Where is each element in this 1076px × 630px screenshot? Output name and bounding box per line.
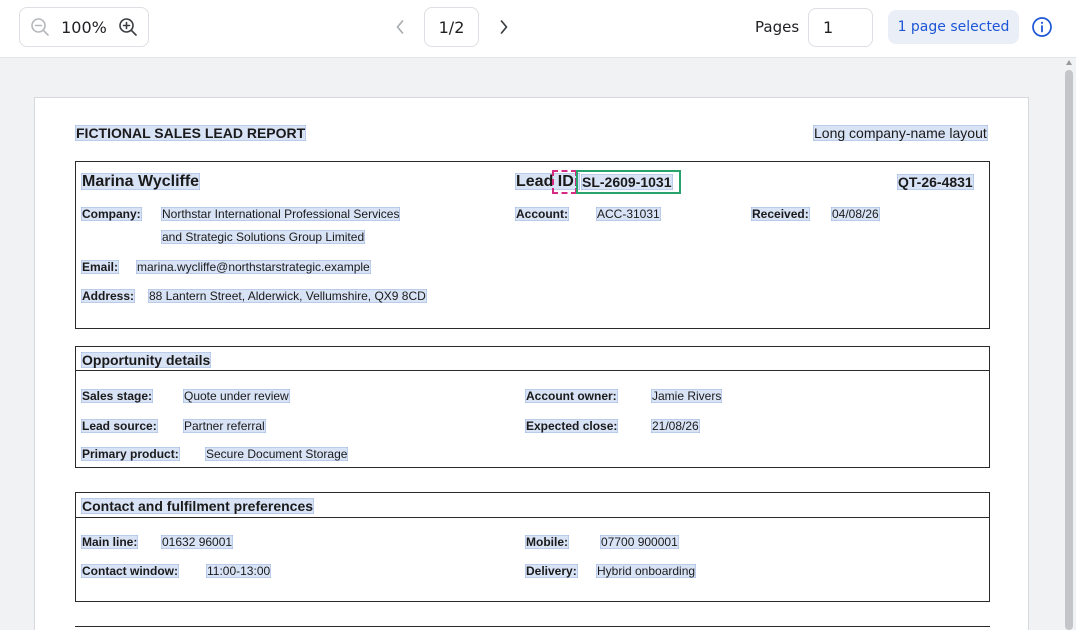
sales-stage-label: Sales stage: xyxy=(81,389,154,403)
lead-source-label: Lead source: xyxy=(81,419,158,433)
address-label: Address: xyxy=(81,289,136,303)
delivery-value: Hybrid onboarding xyxy=(596,564,697,578)
mobile-value: 07700 900001 xyxy=(600,535,679,549)
contact-header-rule xyxy=(75,517,990,518)
id-label-marker xyxy=(552,170,577,194)
account-label: Account: xyxy=(515,207,569,221)
next-page-button[interactable] xyxy=(492,12,516,42)
pages-label: Pages xyxy=(755,18,800,36)
account-value: ACC-31031 xyxy=(596,207,661,221)
contact-window-label: Contact window: xyxy=(81,564,179,578)
delivery-label: Delivery: xyxy=(525,564,578,578)
zoom-out-icon xyxy=(31,18,49,36)
expected-close-label: Expected close: xyxy=(525,419,619,433)
layout-note: Long company-name layout xyxy=(813,125,988,141)
main-line-value: 01632 96001 xyxy=(161,535,234,549)
zoom-in-icon xyxy=(119,18,137,36)
report-title: FICTIONAL SALES LEAD REPORT xyxy=(75,125,307,141)
expected-close-value: 21/08/26 xyxy=(651,419,700,433)
document-page: FICTIONAL SALES LEAD REPORT Long company… xyxy=(34,97,1029,630)
received-label: Received: xyxy=(751,207,810,221)
viewer-toolbar: 100% 1/2 Pages 1 page selected xyxy=(0,0,1076,58)
zoom-in-button[interactable] xyxy=(108,8,148,46)
mobile-label: Mobile: xyxy=(525,535,569,549)
account-owner-label: Account owner: xyxy=(525,389,618,403)
chevron-left-icon xyxy=(396,20,404,34)
lead-id-selection-box xyxy=(576,170,681,194)
email-value: marina.wycliffe@northstarstrategic.examp… xyxy=(136,260,371,274)
info-button[interactable] xyxy=(1030,15,1054,39)
next-section-top-rule xyxy=(75,626,990,627)
opportunity-header-rule xyxy=(75,370,990,371)
main-line-label: Main line: xyxy=(81,535,139,549)
pages-input[interactable] xyxy=(808,8,873,47)
contact-heading: Contact and fulfilment preferences xyxy=(81,498,315,514)
address-value: 88 Lantern Street, Alderwick, Vellumshir… xyxy=(148,289,427,303)
scroll-up-arrow-icon[interactable] xyxy=(1066,60,1072,65)
account-owner-value: Jamie Rivers xyxy=(651,389,723,403)
zoom-control: 100% xyxy=(19,7,149,47)
lead-source-value: Partner referral xyxy=(183,419,266,433)
company-label: Company: xyxy=(81,207,142,221)
page-selection-button[interactable]: 1 page selected xyxy=(888,10,1019,44)
info-icon xyxy=(1032,17,1052,37)
page-indicator: 1/2 xyxy=(424,7,479,47)
scroll-thumb[interactable] xyxy=(1065,70,1073,630)
lead-name: Marina Wycliffe xyxy=(81,173,201,190)
primary-product-value: Secure Document Storage xyxy=(205,447,349,461)
zoom-level: 100% xyxy=(61,17,107,37)
company-line-1: Northstar International Professional Ser… xyxy=(161,207,401,221)
primary-product-label: Primary product: xyxy=(81,447,180,461)
contact-window-value: 11:00-13:00 xyxy=(206,564,272,578)
chevron-right-icon xyxy=(500,20,508,34)
company-line-2: and Strategic Solutions Group Limited xyxy=(161,230,366,244)
vertical-scrollbar[interactable] xyxy=(1063,58,1076,630)
zoom-out-button[interactable] xyxy=(20,8,60,46)
quote-id: QT-26-4831 xyxy=(897,174,974,190)
received-value: 04/08/26 xyxy=(831,207,880,221)
previous-page-button[interactable] xyxy=(388,12,412,42)
email-label: Email: xyxy=(81,260,120,274)
sales-stage-value: Quote under review xyxy=(183,389,290,403)
opportunity-heading: Opportunity details xyxy=(81,352,212,368)
